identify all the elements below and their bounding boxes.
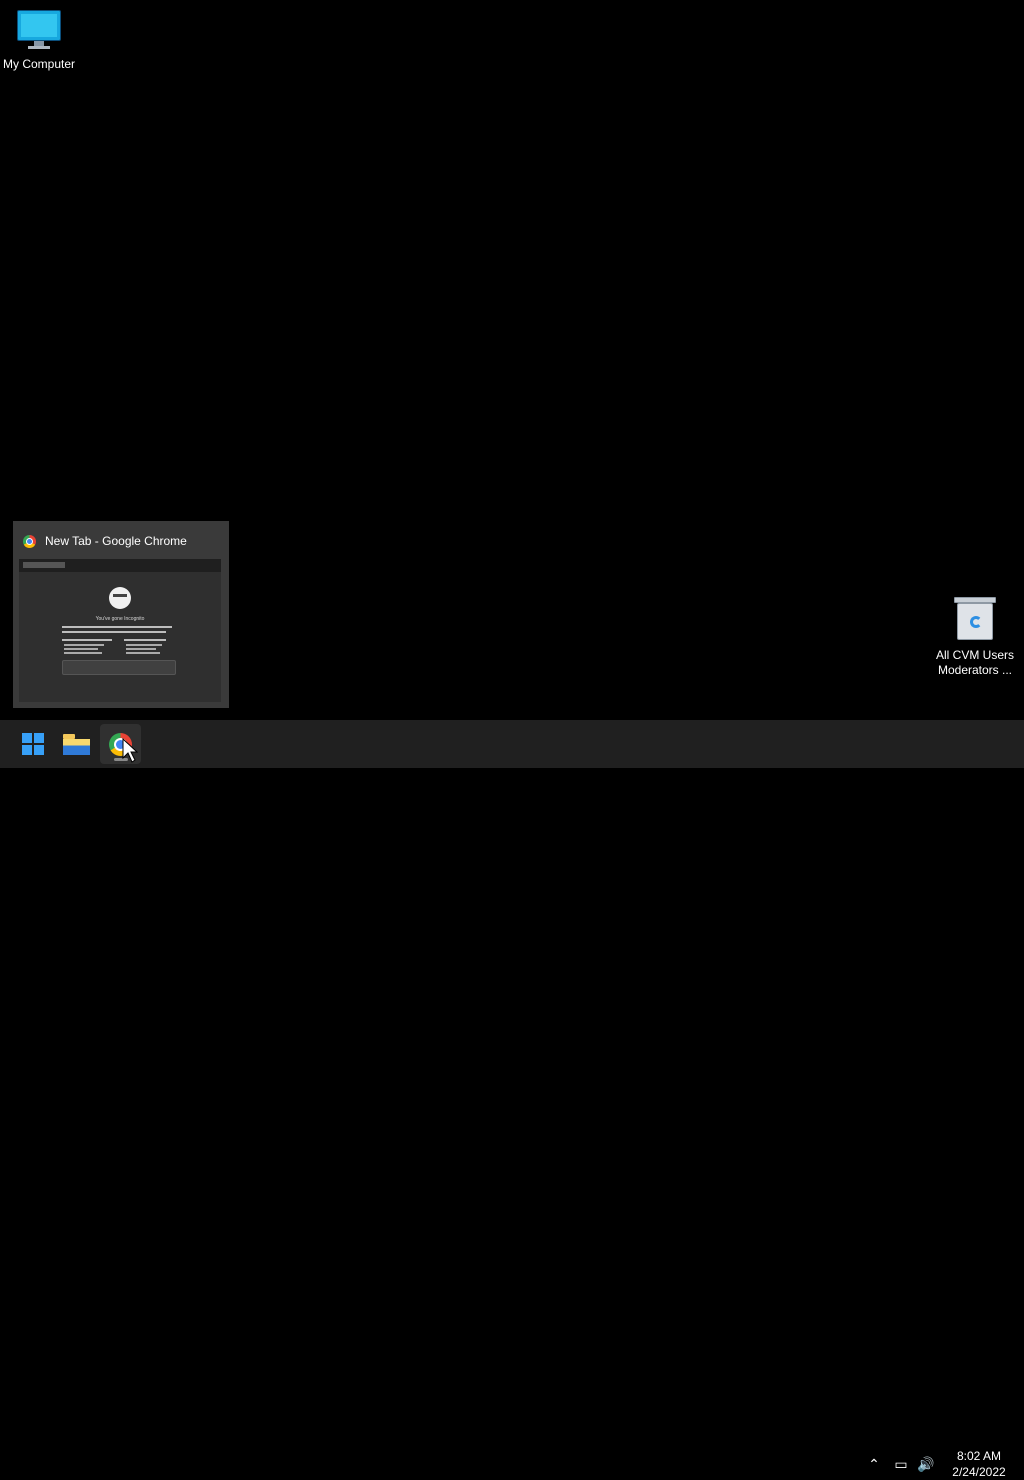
recycle-bin-shortcut[interactable]: All CVM Users Moderators ... — [936, 596, 1014, 678]
preview-header: New Tab - Google Chrome — [13, 531, 229, 551]
chrome-taskbar-preview[interactable]: New Tab - Google Chrome You've gone Inco… — [13, 521, 229, 708]
thumbnail-list-line — [64, 648, 98, 650]
speaker-icon[interactable]: 🔊 — [916, 1452, 936, 1476]
thumbnail-text-line — [124, 639, 166, 641]
thumbnail-text-line — [62, 626, 172, 628]
thumbnail-list-line — [126, 648, 156, 650]
thumbnail-info-box — [62, 660, 176, 675]
start-button[interactable] — [12, 724, 53, 764]
incognito-icon — [109, 587, 131, 609]
thumbnail-list-line — [126, 644, 162, 646]
clock-time: 8:02 AM — [956, 1449, 1002, 1463]
system-clock[interactable]: 8:02 AM 2/24/2022 — [944, 1448, 1014, 1480]
mouse-cursor-icon — [122, 738, 138, 763]
monitor-icon — [17, 10, 61, 52]
thumbnail-tab — [23, 562, 65, 568]
recycle-label-line2: Moderators ... — [937, 663, 1013, 677]
recycle-label-line1: All CVM Users — [936, 648, 1015, 662]
chevron-up-icon[interactable]: ⌃ — [864, 1452, 884, 1476]
my-computer-label: My Computer — [2, 57, 76, 71]
incognito-title: You've gone Incognito — [95, 616, 145, 622]
my-computer-shortcut[interactable]: My Computer — [0, 10, 78, 72]
folder-icon — [63, 733, 90, 755]
clock-date: 2/24/2022 — [952, 1465, 1006, 1479]
preview-window-title: New Tab - Google Chrome — [45, 534, 187, 548]
recycle-bin-icon — [954, 596, 996, 642]
thumbnail-text-line — [62, 631, 166, 633]
thumbnail-tab-strip — [19, 559, 221, 572]
chrome-icon — [23, 534, 36, 548]
thumbnail-text-line — [62, 639, 112, 641]
thumbnail-list-line — [64, 652, 102, 654]
taskbar: ⌃ ▭ 🔊 8:02 AM 2/24/2022 — [0, 720, 1024, 1479]
desktop: My Computer All CVM Users Moderators ...… — [0, 0, 1024, 1479]
chrome-window-thumbnail[interactable]: You've gone Incognito — [19, 559, 221, 702]
windows-logo-icon — [21, 733, 44, 755]
thumbnail-list-line — [64, 644, 104, 646]
file-explorer-button[interactable] — [56, 724, 97, 764]
thumbnail-list-line — [126, 652, 160, 654]
network-icon[interactable]: ▭ — [891, 1452, 911, 1476]
